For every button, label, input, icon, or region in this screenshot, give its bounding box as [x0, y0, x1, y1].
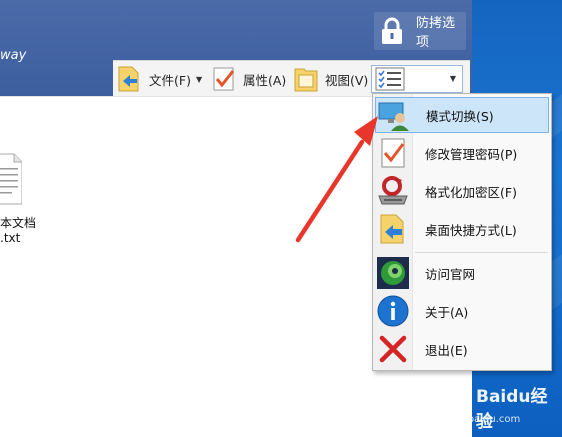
caret-down-icon: ▼: [195, 74, 203, 84]
mode-dropdown-button[interactable]: ▼: [371, 65, 463, 93]
menu-item-desktop-shortcut[interactable]: 桌面快捷方式(L): [375, 211, 549, 247]
toolbar: 文件(F) ▼ 属性(A) 视图(V) ▼: [113, 60, 470, 96]
protect-options-label: 防拷选项: [416, 16, 456, 50]
checklist-icon: [375, 67, 405, 95]
caret-down-icon: ▼: [449, 74, 456, 83]
menu-separator: [415, 252, 547, 253]
menu-item-format-encrypted[interactable]: 格式化加密区(F): [375, 173, 549, 209]
menu-item-label: 修改管理密码(P): [425, 146, 518, 162]
menu-item-visit-website[interactable]: 访问官网: [375, 255, 549, 291]
lock-icon: [378, 16, 406, 46]
format-drive-icon: [376, 174, 410, 208]
menu-item-label: 退出(E): [425, 342, 468, 358]
shortcut-folder-icon: [376, 212, 410, 246]
menu-item-label: 桌面快捷方式(L): [425, 222, 517, 238]
file-name-line2: .txt: [0, 231, 21, 245]
checkmark-doc-icon: [211, 65, 237, 93]
view-label: 视图(V): [325, 72, 369, 88]
baidu-watermark: Baidu经验 jingyan.baidu.com: [428, 376, 562, 436]
menu-item-about[interactable]: 关于(A): [375, 293, 549, 329]
view-button[interactable]: 视图(V): [293, 63, 368, 95]
brand-text: way: [0, 48, 27, 63]
protect-options-button[interactable]: 防拷选项: [374, 12, 466, 50]
menu-item-label: 格式化加密区(F): [425, 184, 517, 200]
menu-item-mode-switch[interactable]: 模式切换(S): [375, 97, 549, 133]
menu-item-label: 关于(A): [425, 304, 469, 320]
globe-eye-icon: [376, 256, 410, 290]
info-icon: [376, 294, 410, 328]
mode-dropdown-menu: 模式切换(S) 修改管理密码(P) 格式化加密区(F) 桌面快捷方式(L) 访问…: [372, 93, 552, 371]
user-monitor-icon: [377, 98, 411, 132]
file-folder-icon: [117, 65, 143, 93]
menu-item-label: 访问官网: [425, 266, 476, 282]
red-x-icon: [376, 332, 410, 366]
menu-item-label: 模式切换(S): [426, 108, 494, 124]
view-folder-icon: [293, 65, 319, 93]
watermark-subtext: jingyan.baidu.com: [428, 414, 521, 425]
properties-label: 属性(A): [243, 72, 287, 88]
file-name-line1: 本文档: [0, 216, 37, 230]
paw-logo-icon: [437, 382, 468, 411]
file-menu-label: 文件(F): [149, 72, 191, 88]
menu-item-change-password[interactable]: 修改管理密码(P): [375, 135, 549, 171]
properties-button[interactable]: 属性(A): [211, 63, 286, 95]
text-document-icon: [0, 152, 23, 206]
title-band: way 防拷选项 文件(F) ▼ 属性(A) 视图(V) ▼: [0, 0, 472, 96]
file-menu-button[interactable]: 文件(F) ▼: [117, 63, 202, 95]
checkmark-doc-icon: [376, 136, 410, 170]
menu-item-exit[interactable]: 退出(E): [375, 331, 549, 367]
